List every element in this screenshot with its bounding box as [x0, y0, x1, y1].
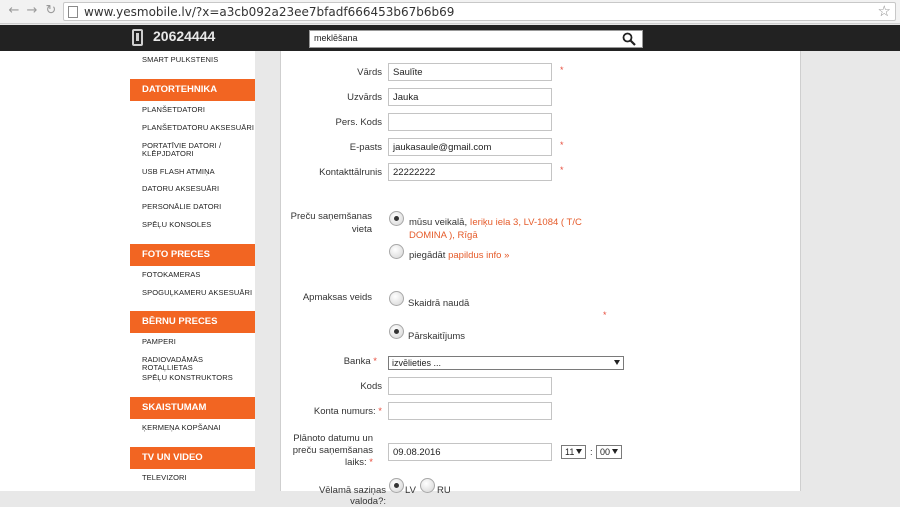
planned-date-label-line1: Plānoto datumu un	[293, 433, 373, 444]
required-mark: *	[560, 140, 564, 150]
address-bar[interactable]: www.yesmobile.lv/?x=a3cb092a23ee7bfadf66…	[63, 2, 896, 21]
account-number-label-text: Konta numurs:	[313, 406, 376, 417]
sidebar-item[interactable]: SPOGUĻKAMERU AKSESUĀRI	[142, 289, 252, 297]
sidebar-item[interactable]: USB FLASH ATMIŅA	[142, 168, 215, 176]
bank-label: Banka *	[281, 356, 377, 367]
required-mark: *	[603, 310, 607, 320]
phone-number: 20624444	[153, 28, 216, 44]
personal-code-label: Pers. Kods	[335, 117, 382, 128]
last-name-input[interactable]: Jauka	[388, 88, 552, 106]
sidebar-item[interactable]: PERSONĀLIE DATORI	[142, 203, 221, 211]
planned-date-label-line2: preču saņemšanas	[292, 445, 373, 456]
sidebar-item[interactable]: SPĒĻU KONSOLES	[142, 221, 211, 229]
delivery-label: piegādāt	[409, 250, 446, 261]
cash-option-label[interactable]: Skaidrā naudā	[408, 297, 469, 310]
phone-input[interactable]: 22222222	[388, 163, 552, 181]
bookmark-star-icon[interactable]: ☆	[878, 2, 891, 20]
delivery-place-label: Preču saņemšanas vieta	[281, 210, 372, 236]
bank-label-text: Banka	[343, 356, 371, 367]
chevron-down-icon	[612, 449, 618, 454]
payment-method-label: Apmaksas veids	[302, 292, 372, 303]
store-address[interactable]: Ieriķu iela 3, LV-1084 ( T/C	[470, 217, 582, 228]
minute-select[interactable]: 00	[596, 445, 622, 459]
required-mark: *	[369, 457, 373, 468]
hour-select-value: 11	[565, 447, 575, 457]
search-input-text: meklēšana	[314, 33, 358, 43]
page-icon	[68, 6, 78, 18]
email-input[interactable]: jaukasaule@gmail.com	[388, 138, 552, 156]
category-sidebar: SMART PULKSTENIS DATORTEHNIKA PLANŠETDAT…	[0, 51, 255, 491]
language-label: Vēlamā saziņas valoda?:	[318, 485, 386, 507]
required-mark: *	[378, 406, 382, 417]
sidebar-section-tv-un-video[interactable]: TV UN VIDEO	[130, 447, 255, 469]
bank-select-value: izvēlieties ...	[392, 358, 442, 368]
phone-label: Kontakttālrunis	[319, 167, 382, 178]
back-icon[interactable]: ←	[6, 3, 22, 19]
minute-select-value: 00	[600, 447, 611, 457]
code-label: Kods	[360, 381, 382, 392]
store-address-line2[interactable]: DOMINA ), Rīgā	[409, 230, 478, 241]
delivery-place-label-line1: Preču saņemšanas	[290, 211, 372, 222]
reload-icon[interactable]: ↻	[43, 3, 59, 19]
transfer-radio[interactable]	[389, 324, 404, 339]
sidebar-section-foto-preces[interactable]: FOTO PRECES	[130, 244, 255, 266]
personal-code-input[interactable]	[388, 113, 552, 131]
email-label: E-pasts	[349, 142, 382, 153]
pickup-store-radio[interactable]	[389, 211, 404, 226]
bank-select[interactable]: izvēlieties ...	[388, 356, 624, 370]
first-name-input[interactable]: Saulīte	[388, 63, 552, 81]
first-name-label: Vārds	[357, 67, 382, 78]
search-icon[interactable]	[622, 32, 636, 46]
last-name-label: Uzvārds	[347, 92, 382, 103]
delivery-radio[interactable]	[389, 244, 404, 259]
sidebar-item-smart-pulkstenis[interactable]: SMART PULKSTENIS	[142, 56, 218, 64]
delivery-option[interactable]: piegādāt papildus info »	[409, 249, 509, 262]
account-number-input[interactable]	[388, 402, 552, 420]
pickup-store-label: mūsu veikalā,	[409, 217, 468, 228]
transfer-option-label[interactable]: Pārskaitījums	[408, 330, 465, 343]
required-mark: *	[560, 65, 564, 75]
pickup-store-option[interactable]: mūsu veikalā, Ieriķu iela 3, LV-1084 ( T…	[409, 216, 609, 242]
sidebar-section-datortehnika[interactable]: DATORTEHNIKA	[130, 79, 255, 101]
code-input[interactable]	[388, 377, 552, 395]
planned-date-label: Plānoto datumu un preču saņemšanas laiks…	[281, 433, 373, 469]
browser-toolbar: ← → ↻ www.yesmobile.lv/?x=a3cb092a23ee7b…	[0, 0, 900, 24]
planned-date-label-line3: laiks:	[345, 457, 367, 468]
sidebar-item[interactable]: FOTOKAMERAS	[142, 271, 200, 279]
cash-radio[interactable]	[389, 291, 404, 306]
account-number-label: Konta numurs: *	[281, 406, 382, 417]
sidebar-section-skaistumam[interactable]: SKAISTUMAM	[130, 397, 255, 419]
chevron-down-icon	[576, 449, 582, 454]
sidebar-item[interactable]: TELEVIZORI	[142, 474, 187, 482]
phone-icon	[132, 29, 143, 46]
time-separator: :	[590, 447, 593, 458]
sidebar-item[interactable]: PLANŠETDATORU AKSESUĀRI	[142, 124, 254, 132]
sidebar-item[interactable]: RADIOVADĀMĀS ROTAĻLIETAS	[142, 356, 255, 372]
sidebar-item[interactable]: DATORU AKSESUĀRI	[142, 185, 219, 193]
order-form: Vārds Saulīte * Uzvārds Jauka Pers. Kods…	[280, 51, 801, 507]
sidebar-item[interactable]: ĶERMEŅA KOPŠANAI	[142, 424, 221, 432]
delivery-place-label-line2: vieta	[351, 224, 372, 235]
required-mark: *	[373, 356, 377, 367]
more-info-link[interactable]: papildus info »	[448, 250, 509, 261]
url-text: www.yesmobile.lv/?x=a3cb092a23ee7bfadf66…	[84, 5, 455, 19]
sidebar-section-bernu-preces[interactable]: BĒRNU PRECES	[130, 311, 255, 333]
hour-select[interactable]: 11	[561, 445, 586, 459]
sidebar-item[interactable]: SPĒĻU KONSTRUKTORS	[142, 374, 233, 382]
chevron-down-icon	[614, 360, 620, 365]
search-input[interactable]: meklēšana	[309, 30, 643, 48]
sidebar-item[interactable]: PLANŠETDATORI	[142, 106, 205, 114]
required-mark: *	[560, 165, 564, 175]
sidebar-item[interactable]: KLĒPJDATORI	[142, 150, 194, 158]
sidebar-item[interactable]: PAMPERI	[142, 338, 176, 346]
forward-icon[interactable]: →	[24, 3, 40, 19]
date-input[interactable]: 09.08.2016	[388, 443, 552, 461]
